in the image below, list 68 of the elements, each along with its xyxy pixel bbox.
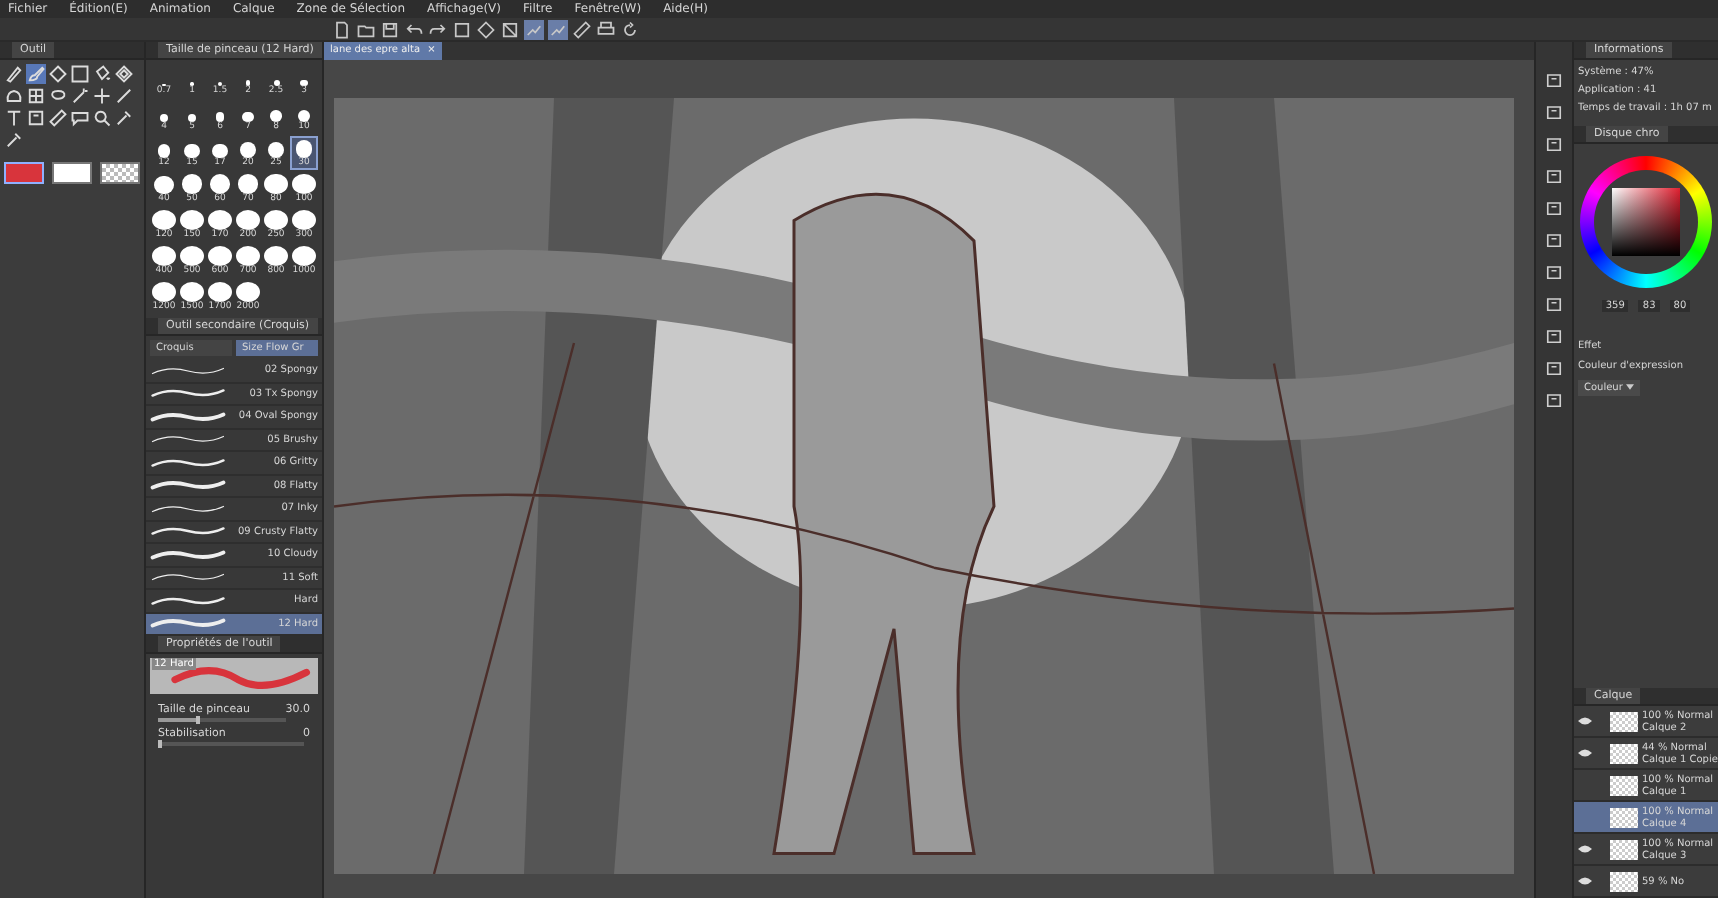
- toolbar-button[interactable]: [620, 19, 640, 39]
- panel-icon[interactable]: [1544, 166, 1564, 186]
- tool-button[interactable]: [70, 108, 90, 128]
- panel-icon[interactable]: [1544, 230, 1564, 250]
- tool-button[interactable]: [114, 108, 134, 128]
- tool-button[interactable]: [26, 86, 46, 106]
- transparent-swatch[interactable]: [100, 162, 140, 184]
- layer-thumbnail: [1610, 839, 1638, 859]
- tool-button[interactable]: [4, 108, 24, 128]
- stroke-preview: [150, 570, 226, 585]
- panel-icon[interactable]: [1544, 262, 1564, 282]
- toolbar-button[interactable]: [380, 19, 400, 39]
- eye-icon[interactable]: [1577, 844, 1591, 854]
- toolbar-button[interactable]: [404, 19, 424, 39]
- tool-button[interactable]: [70, 64, 90, 84]
- tool-button[interactable]: [114, 64, 134, 84]
- stroke-preview: [150, 616, 226, 631]
- toolbar-button[interactable]: [428, 19, 448, 39]
- eye-icon[interactable]: [1577, 876, 1591, 886]
- tool-button[interactable]: [92, 86, 112, 106]
- tool-button[interactable]: [4, 64, 24, 84]
- tool-button[interactable]: [70, 86, 90, 106]
- layer-thumbnail: [1610, 807, 1638, 827]
- tool-button[interactable]: [48, 86, 68, 106]
- panel-icon[interactable]: [1544, 390, 1564, 410]
- tool-button[interactable]: [114, 86, 134, 106]
- toolbar-button[interactable]: [524, 19, 544, 39]
- tool-button[interactable]: [48, 64, 68, 84]
- toolbar-button[interactable]: [332, 19, 352, 39]
- stroke-preview: [150, 432, 226, 447]
- panel-icon[interactable]: [1544, 326, 1564, 346]
- toolbar-button[interactable]: [356, 19, 376, 39]
- layer-thumbnail: [1610, 743, 1638, 763]
- toolbar-button[interactable]: [500, 19, 520, 39]
- eye-icon[interactable]: [1577, 748, 1591, 758]
- panel-icon[interactable]: [1544, 102, 1564, 122]
- color-swatch[interactable]: [4, 162, 44, 184]
- stroke-preview: [150, 409, 226, 424]
- toolbar-button[interactable]: [572, 19, 592, 39]
- toolbar-button[interactable]: [548, 19, 568, 39]
- panel-icon[interactable]: [1544, 70, 1564, 90]
- stroke-preview: [150, 593, 226, 608]
- toolbar-button[interactable]: [476, 19, 496, 39]
- panel-icon[interactable]: [1544, 198, 1564, 218]
- eye-icon[interactable]: [1577, 716, 1591, 726]
- layer-thumbnail: [1610, 871, 1638, 891]
- tool-button[interactable]: [92, 108, 112, 128]
- tool-button[interactable]: [92, 64, 112, 84]
- stroke-preview: [150, 386, 226, 401]
- tool-button[interactable]: [48, 108, 68, 128]
- stroke-preview: [150, 455, 226, 470]
- stroke-preview: [150, 547, 226, 562]
- stroke-preview: [150, 363, 226, 378]
- stroke-preview: [150, 501, 226, 516]
- layer-thumbnail: [1610, 711, 1638, 731]
- panel-icon[interactable]: [1544, 294, 1564, 314]
- toolbar-button[interactable]: [596, 19, 616, 39]
- caret-icon: [1626, 384, 1634, 390]
- panel-icon[interactable]: [1544, 358, 1564, 378]
- tool-button[interactable]: [4, 86, 24, 106]
- stroke-preview: [150, 524, 226, 539]
- layer-thumbnail: [1610, 775, 1638, 795]
- tool-button[interactable]: [26, 108, 46, 128]
- tool-button[interactable]: [4, 130, 24, 150]
- color-swatch[interactable]: [52, 162, 92, 184]
- toolbar-button[interactable]: [452, 19, 472, 39]
- panel-icon[interactable]: [1544, 134, 1564, 154]
- stroke-preview: [150, 478, 226, 493]
